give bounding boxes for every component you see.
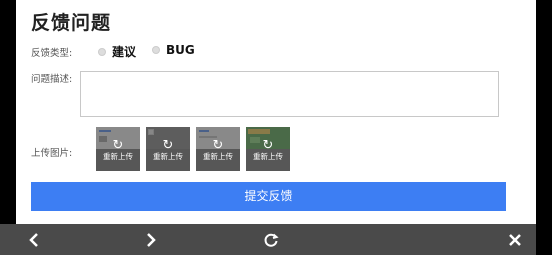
refresh-icon[interactable]: [256, 224, 286, 255]
page-title: 反馈问题: [31, 12, 112, 34]
description-textarea[interactable]: [80, 71, 499, 117]
upload-label: 上传图片:: [31, 148, 73, 159]
chevron-right-icon[interactable]: [136, 224, 166, 255]
reupload-label: 重新上传: [153, 152, 183, 161]
radio-dot: [98, 47, 106, 56]
browser-toolbar: [0, 224, 536, 255]
radio-suggestion[interactable]: 建议: [98, 43, 136, 60]
chevron-left-icon[interactable]: [19, 224, 49, 255]
radio-dot: [152, 46, 160, 54]
reupload-label: 重新上传: [103, 152, 133, 161]
radio-bug-label: BUG: [166, 43, 195, 57]
close-icon[interactable]: [500, 224, 530, 255]
description-label: 问题描述:: [31, 74, 73, 85]
upload-thumb-3[interactable]: ↻ 重新上传: [196, 127, 240, 171]
upload-thumb-2[interactable]: ↻ 重新上传: [146, 127, 190, 171]
upload-thumb-1[interactable]: ↻ 重新上传: [96, 127, 140, 171]
radio-bug[interactable]: BUG: [152, 43, 195, 57]
reupload-label: 重新上传: [253, 152, 283, 161]
reupload-label: 重新上传: [203, 152, 233, 161]
submit-button[interactable]: 提交反馈: [31, 182, 506, 211]
feedback-type-label: 反馈类型:: [31, 48, 73, 59]
upload-thumb-4[interactable]: ↻ 重新上传: [246, 127, 290, 171]
radio-suggestion-label: 建议: [112, 45, 137, 59]
